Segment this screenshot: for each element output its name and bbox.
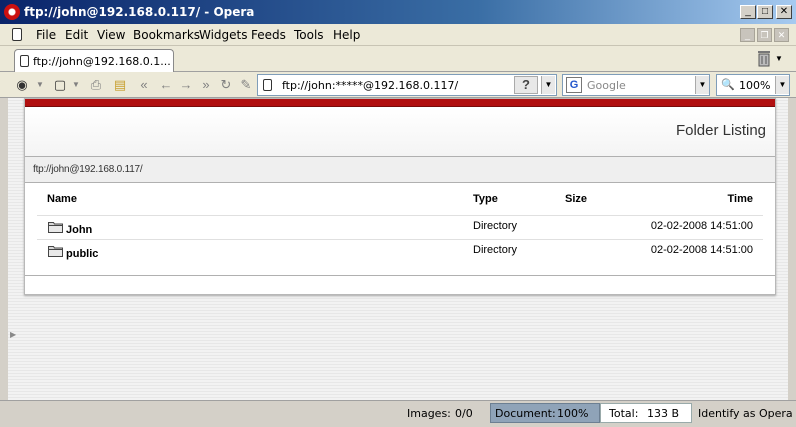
current-path: ftp://john@192.168.0.117/ — [33, 164, 143, 175]
help-button[interactable]: ? — [514, 76, 538, 94]
address-input[interactable]: ftp://john:*****@192.168.0.117/ — [282, 79, 458, 92]
page-icon — [20, 55, 29, 67]
document-icon[interactable]: ▤ — [112, 77, 128, 93]
search-bar[interactable]: G Google ▼ — [562, 74, 710, 96]
print-icon[interactable]: ⎙ — [88, 77, 104, 93]
table-row[interactable]: public Directory 02-02-2008 14:51:00 — [37, 239, 763, 263]
close-button[interactable]: ✕ — [776, 5, 792, 19]
title-bar: ftp://john@192.168.0.117/ - Opera _ □ ✕ — [0, 0, 796, 24]
search-input[interactable]: Google — [587, 79, 626, 92]
column-time[interactable]: Time — [728, 193, 753, 205]
images-value: 0/0 — [455, 407, 473, 420]
page-content: ▶ Folder Listing ftp://john@192.168.0.11… — [8, 98, 788, 400]
folder-listing-panel: Folder Listing ftp://john@192.168.0.117/… — [24, 98, 776, 295]
menu-widgets[interactable]: Widgets — [199, 28, 248, 42]
minimize-button[interactable]: _ — [740, 5, 756, 19]
opera-icon[interactable] — [4, 4, 20, 20]
zoom-control[interactable]: 🔍 100% ▼ — [716, 74, 790, 96]
trash-icon[interactable] — [756, 49, 772, 67]
window-title: ftp://john@192.168.0.117/ - Opera — [24, 5, 255, 19]
folder-icon — [48, 222, 63, 233]
row-name-link[interactable]: John — [66, 224, 92, 236]
forward-icon[interactable]: → — [178, 77, 194, 93]
chevron-down-icon[interactable]: ▼ — [32, 77, 48, 93]
images-label: Images: — [407, 407, 451, 420]
zoom-icon: 🔍 — [721, 79, 735, 91]
listing-header: Folder Listing — [25, 108, 775, 157]
menu-tools[interactable]: Tools — [294, 28, 324, 42]
total-value: 133 B — [647, 407, 680, 420]
mdi-close-button[interactable]: ✕ — [774, 28, 789, 42]
page-icon — [263, 79, 272, 91]
menu-view[interactable]: View — [97, 28, 125, 42]
menu-file[interactable]: File — [36, 28, 56, 42]
column-type[interactable]: Type — [473, 193, 498, 205]
table-row[interactable]: John Directory 02-02-2008 14:51:00 — [37, 215, 763, 239]
mdi-restore-button[interactable]: ❐ — [757, 28, 772, 42]
zoom-dropdown-button[interactable]: ▼ — [775, 76, 789, 94]
column-name[interactable]: Name — [47, 193, 77, 205]
address-dropdown-button[interactable]: ▼ — [541, 76, 555, 94]
rewind-icon[interactable]: « — [136, 77, 152, 93]
maximize-button[interactable]: □ — [757, 5, 773, 19]
menu-feeds[interactable]: Feeds — [251, 28, 286, 42]
search-dropdown-button[interactable]: ▼ — [695, 76, 709, 94]
menu-edit[interactable]: Edit — [65, 28, 88, 42]
menu-help[interactable]: Help — [333, 28, 360, 42]
chevron-down-icon[interactable]: ▼ — [68, 77, 84, 93]
column-size[interactable]: Size — [565, 193, 587, 205]
divider — [25, 275, 775, 276]
row-time: 02-02-2008 14:51:00 — [650, 220, 753, 232]
new-page-icon[interactable]: ▢ — [52, 77, 68, 93]
tab-bar: ftp://john@192.168.0.1... ▼ — [0, 46, 796, 72]
document-label: Document: — [495, 407, 556, 420]
view-icon[interactable]: ◉ — [14, 77, 30, 93]
toolbar: ◉ ▼ ▢ ▼ ⎙ ▤ « ← → » ↻ ✎ ftp://john:*****… — [0, 72, 796, 98]
accent-bar — [25, 99, 775, 107]
page-icon[interactable] — [12, 28, 22, 41]
row-type: Directory — [473, 244, 518, 256]
menu-bar: File Edit View Bookmarks Widgets Feeds T… — [0, 24, 796, 46]
wand-icon[interactable]: ✎ — [238, 77, 254, 93]
tab-ftp[interactable]: ftp://john@192.168.0.1... — [14, 49, 174, 72]
back-icon[interactable]: ← — [158, 77, 174, 93]
zoom-value[interactable]: 100% — [739, 79, 770, 92]
chevron-down-icon[interactable]: ▼ — [775, 54, 783, 63]
google-icon[interactable]: G — [566, 77, 582, 93]
identify-as-button[interactable]: Identify as Opera — [698, 407, 793, 420]
file-list: Name Type Size Time John Directory 02-02… — [37, 183, 763, 275]
page-title: Folder Listing — [675, 122, 766, 139]
row-name-link[interactable]: public — [66, 248, 98, 260]
status-bar: Images: 0/0 Document: 100% Total: 133 B … — [0, 400, 796, 427]
address-bar[interactable]: ftp://john:*****@192.168.0.117/ ? ▼ — [257, 74, 557, 96]
tab-label: ftp://john@192.168.0.1... — [33, 55, 171, 68]
reload-icon[interactable]: ↻ — [218, 77, 234, 93]
fast-forward-icon[interactable]: » — [198, 77, 214, 93]
row-time: 02-02-2008 14:51:00 — [650, 244, 753, 256]
menu-bookmarks[interactable]: Bookmarks — [133, 28, 200, 42]
path-bar: ftp://john@192.168.0.117/ — [25, 157, 775, 183]
total-label: Total: — [609, 407, 639, 420]
row-type: Directory — [473, 220, 518, 232]
panel-toggle-icon[interactable]: ▶ — [10, 330, 16, 339]
document-value: 100% — [557, 407, 589, 420]
mdi-minimize-button[interactable]: _ — [740, 28, 755, 42]
folder-icon — [48, 246, 63, 257]
